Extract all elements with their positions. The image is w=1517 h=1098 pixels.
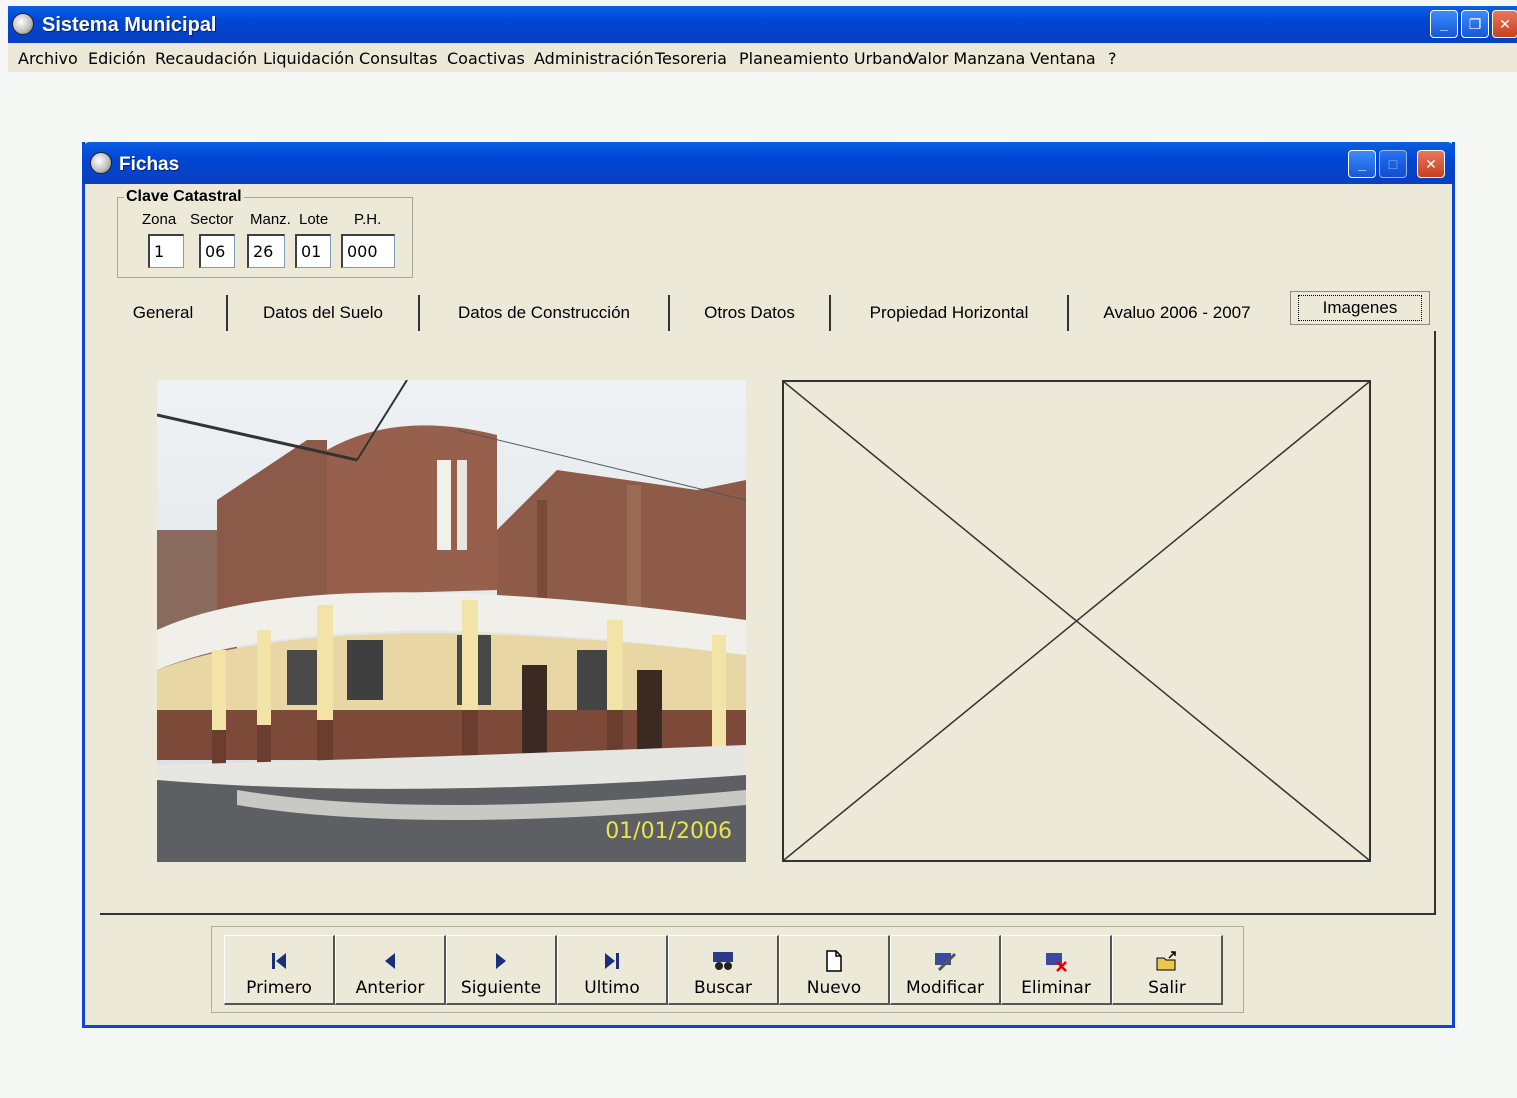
buscar-button[interactable]: Buscar xyxy=(668,935,779,1005)
modificar-label: Modificar xyxy=(905,978,985,998)
eliminar-label: Eliminar xyxy=(1021,978,1091,998)
tab-otros-datos[interactable]: Otros Datos xyxy=(670,295,831,331)
tab-strip: General Datos del Suelo Datos de Constru… xyxy=(100,291,1435,331)
nuevo-button[interactable]: Nuevo xyxy=(779,935,890,1005)
sector-input[interactable] xyxy=(199,234,235,268)
zona-input[interactable] xyxy=(148,234,184,268)
fichas-minimize-button[interactable]: _ xyxy=(1348,150,1376,178)
tab-datos-del-suelo[interactable]: Datos del Suelo xyxy=(228,295,420,331)
anterior-button[interactable]: Anterior xyxy=(335,935,446,1005)
previous-record-icon xyxy=(336,948,444,974)
image-placeholder[interactable] xyxy=(782,380,1371,862)
tab-imagenes[interactable]: Imagenes xyxy=(1290,291,1430,325)
siguiente-label: Siguiente xyxy=(460,978,542,998)
building-photo-illustration xyxy=(157,380,746,862)
ultimo-button[interactable]: Ultimo xyxy=(557,935,668,1005)
last-record-icon xyxy=(558,948,666,974)
fichas-title-bar[interactable]: Fichas _ □ ✕ xyxy=(82,142,1455,184)
ph-input[interactable] xyxy=(341,234,395,268)
ultimo-label: Ultimo xyxy=(584,978,640,998)
fichas-close-button[interactable]: ✕ xyxy=(1417,150,1445,178)
zona-label: Zona xyxy=(142,211,177,228)
tab-propiedad-horizontal[interactable]: Propiedad Horizontal xyxy=(831,295,1069,331)
app-title-bar[interactable]: Sistema Municipal _ ❐ ✕ xyxy=(8,6,1517,43)
menu-planeamiento-urbano[interactable]: Planeamiento Urbano xyxy=(739,49,912,68)
menu-tesoreria[interactable]: Tesoreria xyxy=(655,49,727,68)
empty-image-cross xyxy=(783,381,1370,861)
app-globe-icon xyxy=(12,13,34,35)
minimize-button[interactable]: _ xyxy=(1430,10,1458,38)
delete-icon xyxy=(1002,948,1110,974)
property-photo[interactable]: 01/01/2006 xyxy=(157,380,746,862)
buscar-label: Buscar xyxy=(693,978,753,998)
menu-bar: Archivo Edición Recaudación Liquidación … xyxy=(8,43,1517,72)
menu-archivo[interactable]: Archivo xyxy=(18,49,78,68)
tab-avaluo[interactable]: Avaluo 2006 - 2007 xyxy=(1069,295,1285,331)
menu-coactivas[interactable]: Coactivas xyxy=(447,49,525,68)
edit-icon xyxy=(891,948,999,974)
salir-button[interactable]: Salir xyxy=(1112,935,1223,1005)
fichas-globe-icon xyxy=(90,152,112,174)
clave-catastral-group: Clave Catastral Zona Sector Manz. Lote P… xyxy=(117,188,413,278)
manzana-input[interactable] xyxy=(247,234,285,268)
modificar-button[interactable]: Modificar xyxy=(890,935,1001,1005)
fichas-title: Fichas xyxy=(119,154,180,175)
manzana-label: Manz. xyxy=(250,211,291,228)
primero-button[interactable]: Primero xyxy=(224,935,335,1005)
menu-edicion[interactable]: Edición xyxy=(88,49,146,68)
next-record-icon xyxy=(447,948,555,974)
restore-button[interactable]: ❐ xyxy=(1461,10,1489,38)
menu-administracion[interactable]: Administración xyxy=(534,49,654,68)
first-record-icon xyxy=(225,948,333,974)
menu-ventana[interactable]: Ventana xyxy=(1030,49,1096,68)
nuevo-label: Nuevo xyxy=(806,978,862,998)
fichas-maximize-button[interactable]: □ xyxy=(1379,150,1407,178)
lote-label: Lote xyxy=(299,211,329,228)
menu-consultas[interactable]: Consultas xyxy=(359,49,437,68)
tab-imagenes-label: Imagenes xyxy=(1297,295,1423,321)
ph-label: P.H. xyxy=(354,211,382,228)
close-button[interactable]: ✕ xyxy=(1492,10,1517,38)
lote-input[interactable] xyxy=(295,234,331,268)
tab-datos-de-construccion[interactable]: Datos de Construcción xyxy=(420,295,670,331)
new-document-icon xyxy=(780,948,888,974)
eliminar-button[interactable]: Eliminar xyxy=(1001,935,1112,1005)
clave-catastral-legend: Clave Catastral xyxy=(124,188,244,206)
tab-general[interactable]: General xyxy=(100,295,228,331)
menu-liquidacion[interactable]: Liquidación xyxy=(263,49,354,68)
primero-label: Primero xyxy=(246,978,312,998)
exit-folder-icon xyxy=(1113,948,1221,974)
menu-valor-manzana[interactable]: Valor Manzana xyxy=(908,49,1025,68)
photo-date-stamp: 01/01/2006 xyxy=(605,819,732,844)
sector-label: Sector xyxy=(190,211,234,228)
menu-help[interactable]: ? xyxy=(1108,49,1117,68)
salir-label: Salir xyxy=(1148,978,1186,998)
siguiente-button[interactable]: Siguiente xyxy=(446,935,557,1005)
binoculars-icon xyxy=(669,948,777,974)
action-toolbar: Primero Anterior Siguiente Ultimo Buscar… xyxy=(211,926,1244,1013)
menu-recaudacion[interactable]: Recaudación xyxy=(155,49,257,68)
anterior-label: Anterior xyxy=(355,978,425,998)
app-title: Sistema Municipal xyxy=(42,14,217,36)
